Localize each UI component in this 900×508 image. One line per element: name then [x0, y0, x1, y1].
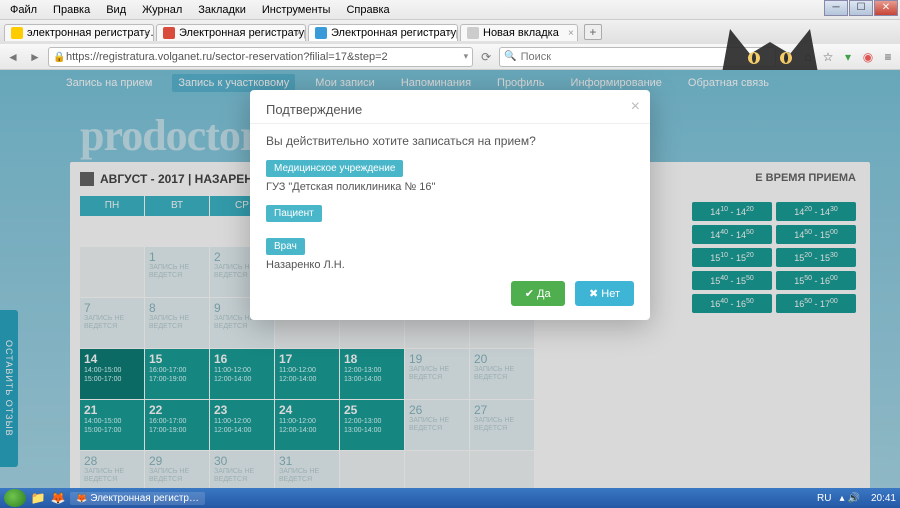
system-tray: RU ▴🔊 20:41 [817, 493, 896, 504]
browser-toolbar: ◄ ► 🔒 ▾ ⟳ 🔍 ⬇ ⌂ ☆ ▾ ◉ ≡ [0, 44, 900, 70]
lock-icon: 🔒 [53, 52, 63, 62]
menu-Вид[interactable]: Вид [100, 3, 132, 17]
modal-question: Вы действительно хотите записаться на пр… [266, 134, 634, 148]
browser-tab[interactable]: Новая вкладка × [460, 24, 578, 41]
firefox-small-icon: 🦊 [76, 493, 87, 504]
menu-Файл[interactable]: Файл [4, 3, 43, 17]
minimize-button[interactable]: ─ [824, 0, 848, 16]
browser-tab[interactable]: Электронная регистратура …× [156, 24, 306, 41]
menu-icon[interactable]: ≡ [880, 49, 896, 65]
taskbar-item-label: Электронная регистр… [90, 493, 199, 504]
menu-Правка[interactable]: Правка [47, 3, 96, 17]
start-button[interactable] [4, 489, 26, 507]
favicon [315, 27, 327, 39]
explorer-icon[interactable]: 📁 [30, 490, 46, 506]
badge-patient: Пациент [266, 205, 322, 222]
firefox-icon[interactable]: 🦊 [50, 490, 66, 506]
x-icon: ✖ [589, 288, 598, 300]
confirm-modal: × Подтверждение Вы действительно хотите … [250, 90, 650, 320]
bookmark-icon[interactable]: ☆ [820, 49, 836, 65]
dropdown-icon[interactable]: ▾ [464, 51, 469, 62]
browser-tabstrip: электронная регистрату…×Электронная реги… [0, 20, 900, 44]
check-icon: ✔ [525, 288, 534, 300]
search-icon: 🔍 [504, 51, 516, 62]
confirm-no-button[interactable]: ✖Нет [575, 281, 634, 306]
maximize-button[interactable]: ☐ [849, 0, 873, 16]
reload-button[interactable]: ⟳ [477, 48, 495, 66]
tray-icons[interactable]: ▴🔊 [839, 493, 862, 504]
browser-tab[interactable]: Электронная регистратура …× [308, 24, 458, 41]
institution-value: ГУЗ "Детская поликлиника № 16" [266, 181, 634, 193]
modal-title: Подтверждение [266, 102, 634, 117]
windows-taskbar: 📁 🦊 🦊 Электронная регистр… RU ▴🔊 20:41 [0, 488, 900, 508]
tab-close-icon[interactable]: × [448, 28, 454, 39]
favicon [163, 27, 175, 39]
downloads-icon[interactable]: ⬇ [780, 49, 796, 65]
tab-close-icon[interactable]: × [568, 28, 574, 39]
tab-label: Новая вкладка [483, 27, 559, 39]
menu-Журнал[interactable]: Журнал [136, 3, 188, 17]
tab-close-icon[interactable]: × [144, 28, 150, 39]
favicon [11, 27, 23, 39]
tab-close-icon[interactable]: × [296, 28, 302, 39]
menu-Инструменты[interactable]: Инструменты [256, 3, 337, 17]
forward-button[interactable]: ► [26, 48, 44, 66]
window-controls: ─ ☐ ✕ [824, 0, 898, 16]
menu-Справка[interactable]: Справка [340, 3, 395, 17]
badge-doctor: Врач [266, 238, 305, 255]
lang-indicator[interactable]: RU [817, 493, 831, 504]
browser-tab[interactable]: электронная регистрату…× [4, 24, 154, 41]
close-window-button[interactable]: ✕ [874, 0, 898, 16]
search-input[interactable] [521, 51, 771, 63]
tab-label: Электронная регистратура … [179, 27, 306, 39]
url-input[interactable] [66, 51, 461, 63]
pocket-icon[interactable]: ▾ [840, 49, 856, 65]
clock[interactable]: 20:41 [871, 493, 896, 504]
tab-label: Электронная регистратура … [331, 27, 458, 39]
new-tab-button[interactable]: + [584, 24, 602, 40]
menu-Закладки[interactable]: Закладки [192, 3, 252, 17]
search-bar[interactable]: 🔍 [499, 47, 776, 67]
address-bar[interactable]: 🔒 ▾ [48, 47, 473, 67]
confirm-yes-button[interactable]: ✔Да [511, 281, 565, 306]
back-button[interactable]: ◄ [4, 48, 22, 66]
tab-label: электронная регистрату… [27, 27, 154, 39]
taskbar-item[interactable]: 🦊 Электронная регистр… [70, 492, 205, 505]
favicon [467, 27, 479, 39]
home-icon[interactable]: ⌂ [800, 49, 816, 65]
doctor-value: Назаренко Л.Н. [266, 259, 634, 271]
browser-menubar: Файл Правка Вид Журнал Закладки ИнструментыСп… [0, 0, 900, 20]
modal-close-icon[interactable]: × [631, 98, 640, 116]
page-content: Запись на приемЗапись к участковомуМои з… [0, 70, 900, 488]
badge-institution: Медицинское учреждение [266, 160, 403, 177]
addon-icon[interactable]: ◉ [860, 49, 876, 65]
